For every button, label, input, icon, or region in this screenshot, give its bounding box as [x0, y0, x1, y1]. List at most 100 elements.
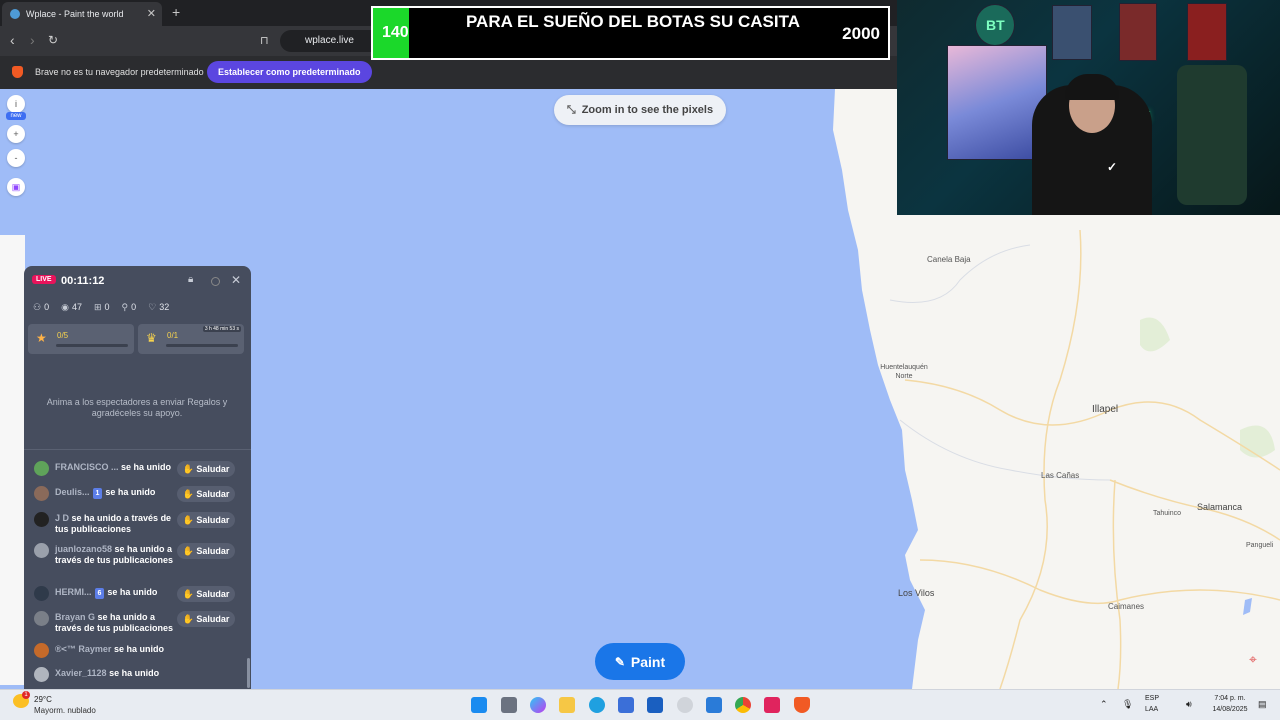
members-count: 0	[44, 302, 50, 312]
volume-icon[interactable]: 🔊︎	[1186, 699, 1192, 710]
greet-button[interactable]: ✋ Saludar	[177, 512, 235, 528]
settings-icon[interactable]	[677, 697, 693, 713]
tab-title: Wplace - Paint the world	[26, 9, 124, 19]
brave-logo-icon	[12, 66, 23, 78]
trophy-icon: ♛	[146, 331, 157, 345]
zoom-out-button[interactable]: -	[7, 149, 25, 167]
lang-bottom[interactable]: LAA	[1145, 706, 1158, 713]
event-action: se ha unido	[121, 462, 172, 472]
level-badge: 6	[94, 588, 105, 599]
side-panel-strip	[0, 235, 25, 685]
avatar	[34, 643, 49, 658]
event-action: se ha unido	[105, 487, 156, 497]
weather-alert-badge: 1	[22, 691, 30, 699]
webcam-overlay: BT NICK ✓	[897, 0, 1280, 215]
likes-count: 32	[159, 302, 170, 312]
donation-goal: 2000	[842, 24, 880, 43]
photos-icon[interactable]	[706, 697, 722, 713]
event-user: ®<™ Raymer	[55, 644, 112, 654]
close-panel-icon[interactable]: ✕	[231, 273, 241, 287]
panel-divider	[24, 449, 251, 450]
panel-scrollbar[interactable]	[247, 658, 250, 688]
bookmark-icon[interactable]: ⊓	[260, 34, 269, 47]
event-action: se ha unido	[107, 587, 158, 597]
greet-label: Saludar	[196, 545, 230, 556]
reload-icon[interactable]: ↻	[48, 33, 58, 47]
clock-date[interactable]: 14/08/2025	[1210, 706, 1250, 713]
event-user: Xavier_1128	[55, 668, 107, 678]
tiktok-icon[interactable]	[764, 697, 780, 713]
live-stats: ⚇ 0 ◉ 47 ⊞ 0 ⚲ 0 ♡ 32	[33, 302, 169, 313]
greet-button[interactable]: ✋ Saludar	[177, 611, 235, 627]
avatar	[34, 586, 49, 601]
goal-card-gifts[interactable]: ★ 0/5	[28, 324, 134, 354]
mic-icon[interactable]: 🎙︎	[1122, 699, 1133, 710]
locate-icon[interactable]: ⌖	[1243, 651, 1263, 671]
place-label-huentelauquen: Huentelauquén Norte	[880, 364, 928, 380]
shares-stat: ⚲ 0	[122, 302, 137, 313]
new-tab-button[interactable]: +	[172, 4, 180, 20]
viewers-count: 47	[71, 302, 82, 312]
greet-button[interactable]: ✋ Saludar	[177, 543, 235, 559]
avatar	[34, 543, 49, 558]
place-label-illapel: Illapel	[1092, 404, 1119, 415]
members-stat: ⚇ 0	[33, 302, 49, 313]
zoom-pixels-icon: ⤡	[566, 103, 576, 116]
gift-prompt-text: Anima a los espectadores a enviar Regalo…	[46, 397, 228, 418]
event-text: Brayan G se ha unido a través de tus pub…	[55, 612, 175, 634]
event-text: juanlozano58 se ha unido a través de tus…	[55, 544, 175, 566]
lang-top[interactable]: ESP	[1145, 695, 1159, 702]
place-label-canela-baja: Canela Baja	[927, 255, 971, 264]
clock-time[interactable]: 7:04 p. m.	[1210, 695, 1250, 702]
greet-button[interactable]: ✋ Saludar	[177, 461, 235, 477]
info-button[interactable]: i	[7, 95, 25, 113]
store-icon[interactable]	[618, 697, 634, 713]
brush-icon: ✎	[614, 654, 625, 669]
forward-icon[interactable]: ›	[30, 32, 35, 48]
zoom-in-button[interactable]: +	[7, 125, 25, 143]
paint-button[interactable]: ✎ Paint	[595, 643, 685, 680]
poster-two	[1052, 5, 1092, 60]
star-icon: ★	[36, 331, 47, 345]
greet-button[interactable]: ✋ Saludar	[177, 486, 235, 502]
avatar	[34, 512, 49, 527]
event-text: ®<™ Raymer se ha unido	[55, 644, 225, 655]
copilot-icon[interactable]	[530, 697, 546, 713]
file-explorer-icon[interactable]	[559, 697, 575, 713]
greet-button[interactable]: ✋ Saludar	[177, 586, 235, 602]
event-text: FRANCISCO ... se ha unido	[55, 462, 175, 473]
tab-close-icon[interactable]: ✕	[147, 7, 156, 20]
place-label-caimanes: Caimanes	[1108, 602, 1145, 611]
twitch-icon[interactable]: ▣	[7, 178, 25, 196]
start-icon[interactable]	[471, 697, 487, 713]
place-label-salamanca: Salamanca	[1197, 502, 1243, 512]
event-text: Deulis... 1 se ha unido	[55, 487, 175, 499]
heart-icon: ♡	[148, 302, 157, 312]
event-action: se ha unido a través de tus publicacione…	[55, 513, 172, 534]
lock-icon[interactable]: 🔒︎	[188, 274, 193, 285]
task-view-icon[interactable]	[501, 697, 517, 713]
donation-current: 140	[382, 24, 409, 41]
tab-wplace[interactable]: Wplace - Paint the world ✕	[2, 2, 162, 26]
greet-label: Saludar	[196, 488, 230, 499]
tray-chevron-icon[interactable]: ⌃	[1100, 699, 1108, 710]
edge-icon[interactable]	[589, 697, 605, 713]
donation-title: PARA EL SUEÑO DEL BOTAS SU CASITA	[465, 12, 801, 31]
avatar	[34, 461, 49, 476]
greet-label: Saludar	[196, 588, 230, 599]
live-timer: 00:11:12	[61, 275, 105, 287]
streamer-cap	[1065, 74, 1119, 100]
zoom-hint-text: Zoom in to see the pixels	[581, 104, 714, 116]
app-icon[interactable]	[647, 697, 663, 713]
back-icon[interactable]: ‹	[10, 32, 15, 48]
goal-progress-bar	[166, 344, 238, 347]
set-default-button[interactable]: Establecer como predeterminado	[207, 61, 372, 83]
chrome-icon[interactable]	[735, 697, 751, 713]
avatar	[34, 611, 49, 626]
windows-taskbar: 1 29°C Mayorm. nublado ⌃ 🎙︎ 🔊︎ ESP LAA 7…	[0, 689, 1280, 720]
shirt-logo-icon: ✓	[1107, 160, 1118, 174]
notification-icon[interactable]: ▤	[1258, 699, 1267, 710]
likes-stat: ♡ 32	[148, 302, 169, 313]
brave-icon[interactable]	[794, 697, 810, 713]
goal-card-timed[interactable]: ♛ 0/1 3 h 48 min 53 s	[138, 324, 244, 354]
